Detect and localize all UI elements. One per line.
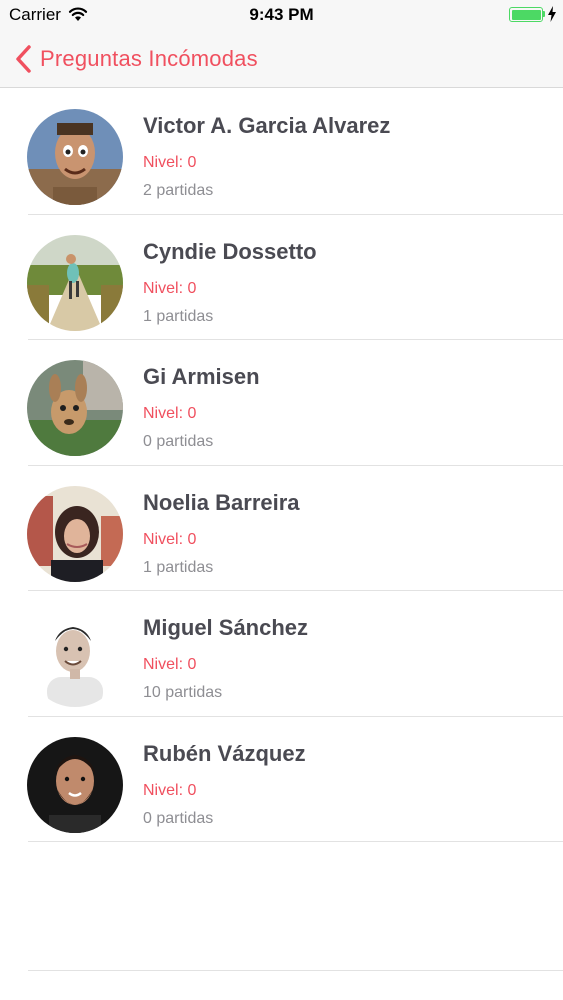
player-list: Victor A. Garcia Alvarez Nivel: 0 2 part… [0, 89, 563, 842]
avatar [27, 736, 123, 833]
list-item[interactable]: Gi Armisen Nivel: 0 0 partidas [0, 340, 563, 466]
charging-bolt-icon [548, 6, 556, 27]
player-level: Nivel: 0 [143, 530, 197, 548]
avatar [27, 109, 123, 205]
player-level: Nivel: 0 [143, 279, 197, 297]
player-name: Rubén Vázquez [143, 740, 306, 766]
avatar [27, 360, 123, 456]
player-name: Gi Armisen [143, 364, 260, 389]
avatar [27, 611, 123, 707]
player-games-count: 0 partidas [143, 809, 214, 827]
back-button-label: Preguntas Incómodas [40, 46, 258, 71]
status-time: 9:43 PM [249, 5, 314, 24]
player-level: Nivel: 0 [143, 154, 197, 171]
empty-row-divider [28, 970, 563, 971]
player-name: Cyndie Dossetto [143, 238, 317, 264]
list-item[interactable]: Noelia Barreira Nivel: 0 1 partidas [0, 466, 563, 591]
player-name: Noelia Barreira [143, 489, 300, 515]
battery-tip [543, 11, 545, 17]
player-games-count: 0 partidas [143, 433, 214, 450]
list-item[interactable]: Victor A. Garcia Alvarez Nivel: 0 2 part… [0, 89, 563, 215]
player-level: Nivel: 0 [143, 781, 197, 799]
list-item[interactable]: Miguel Sánchez Nivel: 0 10 partidas [0, 591, 563, 717]
avatar [27, 485, 123, 582]
player-level: Nivel: 0 [143, 405, 197, 422]
player-games-count: 1 partidas [143, 307, 214, 325]
navigation-bar: Preguntas Incómodas [0, 30, 563, 88]
status-bar: Carrier 9:43 PM [0, 0, 563, 30]
player-name: Miguel Sánchez [143, 615, 309, 640]
back-button[interactable]: Preguntas Incómodas [14, 42, 258, 76]
player-games-count: 2 partidas [143, 182, 214, 199]
chevron-left-icon [14, 44, 34, 74]
player-level: Nivel: 0 [143, 656, 197, 673]
battery-icon [509, 7, 543, 22]
list-item[interactable]: Cyndie Dossetto Nivel: 0 1 partidas [0, 215, 563, 340]
player-games-count: 1 partidas [143, 558, 214, 576]
row-divider [28, 841, 563, 842]
player-games-count: 10 partidas [143, 684, 223, 701]
player-name: Victor A. Garcia Alvarez [143, 113, 391, 138]
list-item[interactable]: Rubén Vázquez Nivel: 0 0 partidas [0, 717, 563, 842]
avatar [27, 234, 123, 331]
